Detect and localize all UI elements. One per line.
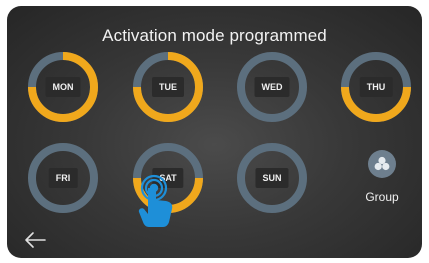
group-label: Group [365,190,399,204]
day-label: FRI [48,168,78,188]
day-tuesday[interactable]: TUE [132,51,204,123]
day-label: THU [359,77,393,97]
tap-gesture-icon [135,174,183,232]
day-friday[interactable]: FRI [27,142,99,214]
day-sunday[interactable]: SUN [236,142,308,214]
day-label: SUN [255,168,289,188]
day-label: WED [254,77,290,97]
day-thursday[interactable]: THU [340,51,412,123]
page-title: Activation mode programmed [102,26,327,45]
back-arrow-icon[interactable] [23,230,49,250]
day-label: TUE [152,77,184,97]
group-icon [368,150,396,178]
day-label: MON [45,77,81,97]
day-wednesday[interactable]: WED [236,51,308,123]
group-button[interactable]: Group [353,150,411,214]
day-monday[interactable]: MON [27,51,99,123]
screen: Activation mode programmed MON TUE WED T… [7,6,422,258]
